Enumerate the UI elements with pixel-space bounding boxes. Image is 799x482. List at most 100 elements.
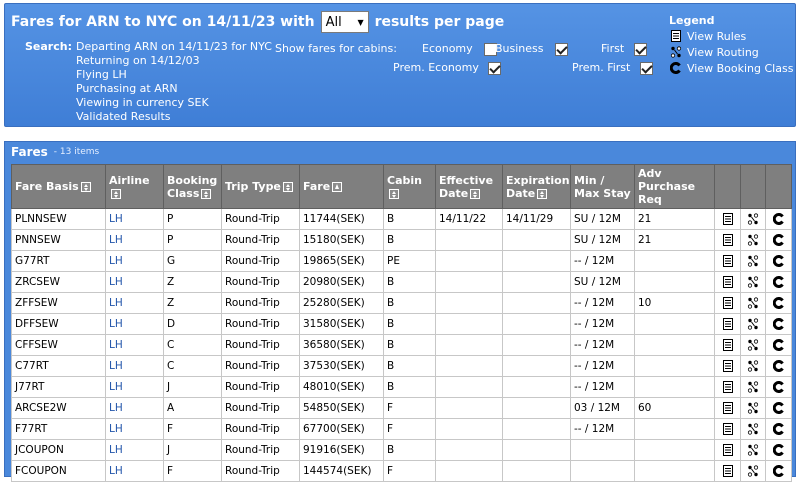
sort-icon[interactable] — [389, 188, 399, 199]
trip-type-cell: Round-Trip — [221, 292, 300, 314]
legend-view-rules[interactable]: View Rules — [669, 28, 793, 44]
booking-class-icon[interactable] — [765, 208, 792, 230]
results-per-page-select[interactable]: All ▼ — [320, 11, 369, 33]
airline-cell[interactable]: LH — [105, 376, 164, 398]
routing-icon[interactable] — [740, 439, 766, 461]
rules-icon[interactable] — [714, 250, 741, 272]
cabin-option-prem-first[interactable]: Prem. First — [572, 61, 653, 75]
cabin-cell: F — [383, 397, 436, 419]
column-booking-class[interactable]: Booking Class — [163, 164, 222, 209]
rules-icon[interactable] — [714, 355, 741, 377]
booking-class-icon[interactable] — [765, 313, 792, 335]
routing-icon[interactable] — [740, 418, 766, 440]
prem-first-checkbox[interactable] — [639, 61, 653, 75]
min-max-stay-cell: -- / 12M — [570, 418, 635, 440]
routing-icon[interactable] — [740, 397, 766, 419]
legend-view-booking-class[interactable]: View Booking Class — [669, 60, 793, 76]
rules-icon[interactable] — [714, 271, 741, 293]
fare-cell: 37530(SEK) — [299, 355, 384, 377]
airline-cell[interactable]: LH — [105, 355, 164, 377]
airline-cell[interactable]: LH — [105, 397, 164, 419]
sort-ascending-icon[interactable] — [332, 182, 343, 192]
cabin-option-prem-economy[interactable]: Prem. Economy — [393, 61, 502, 75]
column-fare-basis[interactable]: Fare Basis — [11, 164, 106, 209]
airline-cell[interactable]: LH — [105, 292, 164, 314]
booking-class-icon[interactable] — [765, 397, 792, 419]
cabin-cell: B — [383, 439, 436, 461]
rules-icon[interactable] — [714, 460, 741, 482]
legend-view-routing[interactable]: View Routing — [669, 44, 793, 60]
prem-economy-checkbox[interactable] — [488, 61, 502, 75]
adv-purchase-cell: 21 — [634, 208, 715, 230]
airline-cell[interactable]: LH — [105, 250, 164, 272]
routing-icon[interactable] — [740, 313, 766, 335]
first-checkbox[interactable] — [633, 42, 647, 56]
airline-cell[interactable]: LH — [105, 418, 164, 440]
rules-icon[interactable] — [714, 376, 741, 398]
rules-icon[interactable] — [714, 334, 741, 356]
chevron-down-icon[interactable]: ▼ — [354, 12, 368, 32]
cabin-option-economy[interactable]: Economy — [422, 42, 498, 56]
routing-icon[interactable] — [740, 271, 766, 293]
rules-icon[interactable] — [714, 292, 741, 314]
airline-cell[interactable]: LH — [105, 460, 164, 482]
routing-icon[interactable] — [740, 355, 766, 377]
column-effective-date[interactable]: Effective Date — [435, 164, 503, 209]
column-trip-type[interactable]: Trip Type — [221, 164, 300, 209]
airline-cell[interactable]: LH — [105, 313, 164, 335]
airline-cell[interactable]: LH — [105, 439, 164, 461]
routing-icon[interactable] — [740, 376, 766, 398]
sort-icon[interactable] — [111, 188, 121, 199]
business-checkbox[interactable] — [555, 42, 569, 56]
cabin-option-business[interactable]: Business — [495, 42, 569, 56]
sort-icon[interactable] — [201, 188, 212, 199]
min-max-stay-cell: -- / 12M — [570, 334, 635, 356]
routing-icon[interactable] — [740, 334, 766, 356]
routing-icon[interactable] — [740, 229, 766, 251]
rules-icon[interactable] — [714, 229, 741, 251]
rules-icon[interactable] — [714, 418, 741, 440]
rules-icon[interactable] — [714, 439, 741, 461]
booking-class-icon[interactable] — [765, 229, 792, 251]
expiration-date-cell — [502, 229, 571, 251]
cabin-option-first[interactable]: First — [601, 42, 647, 56]
routing-icon[interactable] — [740, 250, 766, 272]
booking-class-cell: Z — [163, 292, 222, 314]
booking-class-icon[interactable] — [765, 250, 792, 272]
rules-icon[interactable] — [714, 208, 741, 230]
column-cabin[interactable]: Cabin — [383, 164, 436, 209]
booking-class-icon[interactable] — [765, 271, 792, 293]
airline-cell[interactable]: LH — [105, 271, 164, 293]
column-fare[interactable]: Fare — [299, 164, 384, 209]
page-title-suffix: results per page — [374, 14, 505, 30]
expiration-date-cell — [502, 250, 571, 272]
rules-icon[interactable] — [714, 397, 741, 419]
routing-icon[interactable] — [740, 460, 766, 482]
routing-icon[interactable] — [740, 208, 766, 230]
airline-cell[interactable]: LH — [105, 334, 164, 356]
column-expiration-date[interactable]: Expiration Date — [502, 164, 571, 209]
fare-basis-cell: FCOUPON — [11, 460, 106, 482]
booking-class-icon[interactable] — [765, 376, 792, 398]
sort-icon[interactable] — [537, 188, 548, 199]
sort-icon[interactable] — [470, 188, 481, 199]
booking-class-icon[interactable] — [765, 439, 792, 461]
rules-icon[interactable] — [714, 313, 741, 335]
table-header-row: Fare Basis Airline Booking Class Trip Ty… — [11, 164, 792, 209]
booking-class-icon[interactable] — [765, 460, 792, 482]
booking-class-icon[interactable] — [765, 418, 792, 440]
column-airline[interactable]: Airline — [105, 164, 164, 209]
min-max-stay-cell: 03 / 12M — [570, 397, 635, 419]
search-line: Departing ARN on 14/11/23 for NYC — [75, 40, 272, 53]
sort-icon[interactable] — [80, 182, 91, 192]
routing-icon[interactable] — [740, 292, 766, 314]
sort-icon[interactable] — [282, 182, 293, 192]
booking-class-icon[interactable] — [765, 355, 792, 377]
booking-class-icon[interactable] — [765, 292, 792, 314]
cabin-cell: F — [383, 418, 436, 440]
booking-class-icon[interactable] — [765, 334, 792, 356]
airline-cell[interactable]: LH — [105, 208, 164, 230]
airline-cell[interactable]: LH — [105, 229, 164, 251]
expiration-date-cell — [502, 355, 571, 377]
min-max-stay-cell — [570, 460, 635, 482]
